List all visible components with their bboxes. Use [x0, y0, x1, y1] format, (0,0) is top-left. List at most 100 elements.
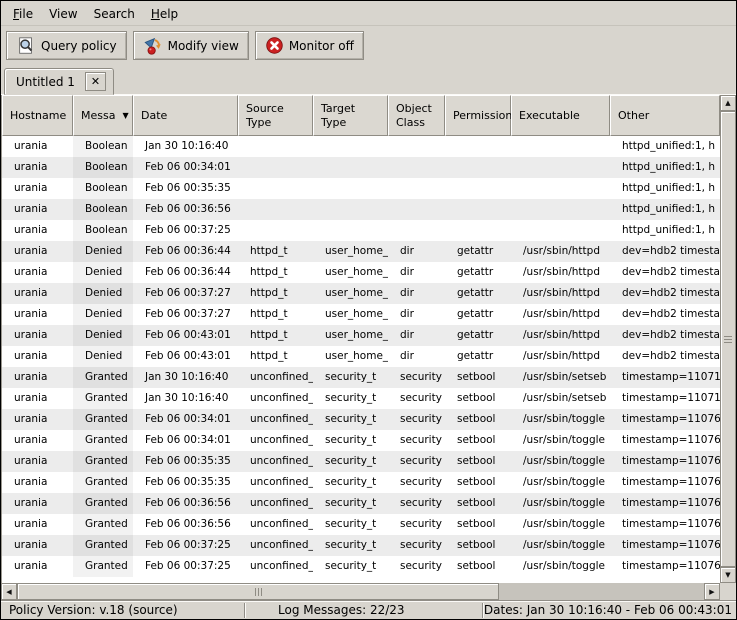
- table-cell: security: [388, 556, 445, 577]
- table-cell: setbool: [445, 430, 511, 451]
- table-cell: /usr/sbin/toggle: [511, 451, 610, 472]
- scrollbar-corner: [720, 583, 736, 600]
- table-row[interactable]: uraniaGrantedFeb 06 00:37:25unconfined_s…: [2, 556, 720, 577]
- table-row[interactable]: uraniaGrantedFeb 06 00:36:56unconfined_s…: [2, 514, 720, 535]
- table-cell: Granted: [73, 409, 133, 430]
- table-row[interactable]: uraniaDeniedFeb 06 00:37:27httpd_tuser_h…: [2, 304, 720, 325]
- table-cell: [238, 157, 313, 178]
- table-cell: dev=hdb2 timesta: [610, 283, 720, 304]
- scroll-left-icon: ◀: [6, 588, 11, 596]
- table-cell: unconfined_: [238, 367, 313, 388]
- table-row[interactable]: uraniaGrantedFeb 06 00:37:25unconfined_s…: [2, 535, 720, 556]
- table-cell: /usr/sbin/toggle: [511, 556, 610, 577]
- table-cell: /usr/sbin/httpd: [511, 304, 610, 325]
- scroll-up-button[interactable]: ▲: [720, 95, 736, 111]
- table-cell: timestamp=11076: [610, 514, 720, 535]
- modify-view-button[interactable]: Modify view: [133, 31, 249, 60]
- table-cell: Feb 06 00:35:35: [133, 178, 238, 199]
- table-cell: Denied: [73, 304, 133, 325]
- table-cell: urania: [2, 283, 73, 304]
- tab-untitled-1[interactable]: Untitled 1 ✕: [4, 68, 114, 95]
- column-header-executable[interactable]: Executable: [511, 95, 610, 136]
- table-cell: security_t: [313, 514, 388, 535]
- table-cell: [511, 220, 610, 241]
- menu-view[interactable]: View: [41, 4, 85, 24]
- table-cell: getattr: [445, 325, 511, 346]
- table-cell: [313, 178, 388, 199]
- table-cell: httpd_unified:1, h: [610, 220, 720, 241]
- table-row[interactable]: uraniaBooleanFeb 06 00:36:56httpd_unifie…: [2, 199, 720, 220]
- table-cell: timestamp=11076: [610, 556, 720, 577]
- table-cell: [238, 136, 313, 157]
- table-row[interactable]: uraniaDeniedFeb 06 00:37:27httpd_tuser_h…: [2, 283, 720, 304]
- app-window: File View Search Help Query policy: [0, 0, 737, 620]
- table-row[interactable]: uraniaDeniedFeb 06 00:43:01httpd_tuser_h…: [2, 325, 720, 346]
- table-row[interactable]: uraniaDeniedFeb 06 00:36:44httpd_tuser_h…: [2, 241, 720, 262]
- table-cell: getattr: [445, 283, 511, 304]
- table-cell: Boolean: [73, 178, 133, 199]
- table-cell: dir: [388, 241, 445, 262]
- table-cell: security: [388, 535, 445, 556]
- table-row[interactable]: uraniaGrantedFeb 06 00:34:01unconfined_s…: [2, 409, 720, 430]
- table-cell: [313, 157, 388, 178]
- table-row[interactable]: uraniaDeniedFeb 06 00:43:01httpd_tuser_h…: [2, 346, 720, 367]
- table-header-row: Hostname Messa▼ Date Source Type Target …: [2, 95, 720, 136]
- table-row[interactable]: uraniaBooleanFeb 06 00:37:25httpd_unifie…: [2, 220, 720, 241]
- table-cell: security: [388, 514, 445, 535]
- query-policy-button[interactable]: Query policy: [6, 31, 127, 60]
- vertical-scrollbar-thumb[interactable]: [720, 111, 736, 567]
- scroll-right-icon: ▶: [709, 588, 714, 596]
- column-header-message[interactable]: Messa▼: [73, 95, 133, 136]
- table-cell: setbool: [445, 493, 511, 514]
- table-cell: [445, 157, 511, 178]
- sort-descending-icon: ▼: [122, 111, 128, 121]
- table-cell: Boolean: [73, 220, 133, 241]
- menu-help[interactable]: Help: [143, 4, 186, 24]
- scroll-down-button[interactable]: ▼: [720, 567, 736, 583]
- column-header-date[interactable]: Date: [133, 95, 238, 136]
- table-cell: [313, 199, 388, 220]
- column-header-target-type[interactable]: Target Type: [313, 95, 388, 136]
- table-cell: urania: [2, 535, 73, 556]
- horizontal-scrollbar[interactable]: ◀ ▶: [1, 583, 720, 600]
- vertical-scrollbar[interactable]: ▲ ▼: [720, 95, 736, 583]
- table-row[interactable]: uraniaBooleanJan 30 10:16:40httpd_unifie…: [2, 136, 720, 157]
- table-cell: [511, 136, 610, 157]
- table-cell: Feb 06 00:37:25: [133, 556, 238, 577]
- table-row[interactable]: uraniaBooleanFeb 06 00:35:35httpd_unifie…: [2, 178, 720, 199]
- table-row[interactable]: uraniaGrantedJan 30 10:16:40unconfined_s…: [2, 388, 720, 409]
- table-row[interactable]: uraniaGrantedFeb 06 00:36:56unconfined_s…: [2, 493, 720, 514]
- menu-search[interactable]: Search: [86, 4, 143, 24]
- table-row[interactable]: uraniaGrantedJan 30 10:16:40unconfined_s…: [2, 367, 720, 388]
- column-header-object-class[interactable]: Object Class: [388, 95, 445, 136]
- table-cell: dir: [388, 262, 445, 283]
- table-cell: Feb 06 00:34:01: [133, 409, 238, 430]
- column-header-hostname[interactable]: Hostname: [2, 95, 73, 136]
- table-cell: httpd_unified:1, h: [610, 178, 720, 199]
- monitor-off-button[interactable]: Monitor off: [255, 31, 364, 60]
- table-row[interactable]: uraniaDeniedFeb 06 00:36:44httpd_tuser_h…: [2, 262, 720, 283]
- table-cell: timestamp=11076: [610, 430, 720, 451]
- scroll-right-button[interactable]: ▶: [704, 583, 720, 600]
- table-row[interactable]: uraniaGrantedFeb 06 00:35:35unconfined_s…: [2, 472, 720, 493]
- table-cell: security_t: [313, 430, 388, 451]
- table-row[interactable]: uraniaGrantedFeb 06 00:34:01unconfined_s…: [2, 430, 720, 451]
- horizontal-scrollbar-trough[interactable]: [499, 583, 704, 600]
- table-cell: /usr/sbin/httpd: [511, 283, 610, 304]
- column-header-source-type[interactable]: Source Type: [238, 95, 313, 136]
- query-policy-label: Query policy: [41, 39, 117, 53]
- column-header-other[interactable]: Other: [610, 95, 720, 136]
- table-cell: security: [388, 493, 445, 514]
- horizontal-scrollbar-thumb[interactable]: [17, 583, 499, 600]
- table-row[interactable]: uraniaBooleanFeb 06 00:34:01httpd_unifie…: [2, 157, 720, 178]
- close-tab-button[interactable]: ✕: [85, 72, 106, 91]
- scroll-left-button[interactable]: ◀: [1, 583, 17, 600]
- dates-status: Dates: Jan 30 10:16:40 - Feb 06 00:43:01: [484, 601, 736, 619]
- table-row[interactable]: uraniaGrantedFeb 06 00:35:35unconfined_s…: [2, 451, 720, 472]
- table-cell: /usr/sbin/toggle: [511, 472, 610, 493]
- table-cell: urania: [2, 220, 73, 241]
- table-cell: urania: [2, 304, 73, 325]
- table-cell: timestamp=11071: [610, 388, 720, 409]
- menu-file[interactable]: File: [5, 4, 41, 24]
- column-header-permission[interactable]: Permission: [445, 95, 511, 136]
